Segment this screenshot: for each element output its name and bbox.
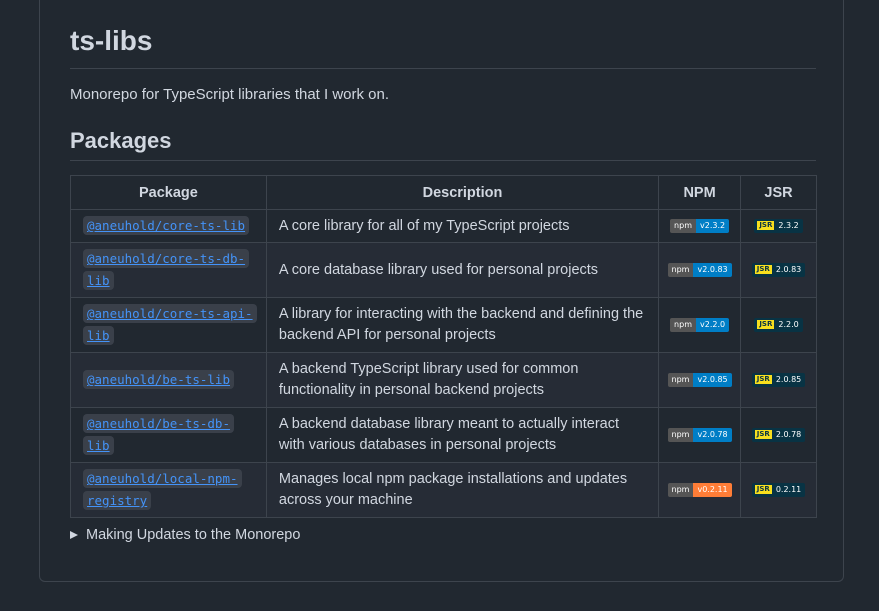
package-link[interactable]: @aneuhold/local-npm-registry [83, 469, 242, 510]
npm-badge-label: npm [667, 427, 694, 442]
npm-badge-label: npm [670, 317, 696, 332]
npm-badge-version: v2.2.0 [696, 317, 730, 332]
package-cell: @aneuhold/core-ts-lib [70, 209, 267, 243]
jsr-badge[interactable]: JSR 2.0.78 [751, 427, 806, 442]
packages-divider [70, 160, 816, 161]
jsr-cell: JSR 0.2.11 [740, 462, 817, 518]
jsr-badge-version: 0.2.11 [775, 484, 802, 494]
page-title: ts-libs [70, 25, 153, 56]
npm-badge-version: v2.0.83 [693, 262, 732, 277]
jsr-logo-icon: JSR [753, 484, 773, 496]
npm-badge-version: v0.2.11 [693, 482, 732, 497]
jsr-badge-version: 2.2.0 [778, 319, 799, 329]
header-jsr: JSR [740, 175, 817, 210]
package-cell: @aneuhold/local-npm-registry [70, 462, 267, 518]
disclosure-triangle-icon [70, 531, 78, 539]
header-npm: NPM [658, 175, 742, 210]
jsr-logo-icon: JSR [753, 429, 773, 441]
table-row: @aneuhold/core-ts-api-lib A library for … [70, 297, 817, 353]
npm-cell: npm v2.3.2 [658, 209, 742, 243]
npm-badge-version: v2.0.85 [693, 372, 732, 387]
details-toggle[interactable]: Making Updates to the Monorepo [70, 526, 300, 544]
npm-badge[interactable]: npm v2.0.83 [667, 262, 732, 277]
npm-cell: npm v0.2.11 [658, 462, 742, 518]
readme-container: ts-libs Monorepo for TypeScript librarie… [39, 0, 844, 582]
package-link[interactable]: @aneuhold/core-ts-api-lib [83, 304, 257, 345]
npm-badge[interactable]: npm v2.0.78 [667, 427, 732, 442]
header-package: Package [70, 175, 267, 210]
package-link[interactable]: @aneuhold/core-ts-db-lib [83, 249, 250, 290]
description-cell: A core library for all of my TypeScript … [265, 209, 660, 243]
package-link[interactable]: @aneuhold/be-ts-db-lib [83, 414, 234, 455]
package-cell: @aneuhold/be-ts-db-lib [70, 407, 267, 463]
description-cell: A library for interacting with the backe… [265, 297, 660, 353]
npm-badge-label: npm [667, 262, 694, 277]
npm-badge-label: npm [667, 482, 694, 497]
npm-badge-label: npm [667, 372, 694, 387]
jsr-badge[interactable]: JSR 2.3.2 [754, 218, 803, 233]
npm-badge[interactable]: npm v2.2.0 [670, 317, 730, 332]
jsr-cell: JSR 2.0.78 [740, 407, 817, 463]
jsr-badge[interactable]: JSR 2.2.0 [754, 317, 803, 332]
npm-badge[interactable]: npm v2.0.85 [667, 372, 732, 387]
table-row: @aneuhold/core-ts-db-lib A core database… [70, 242, 817, 298]
npm-cell: npm v2.2.0 [658, 297, 742, 353]
package-link[interactable]: @aneuhold/core-ts-lib [83, 216, 250, 235]
jsr-badge-version: 2.0.78 [775, 429, 802, 439]
intro-text: Monorepo for TypeScript libraries that I… [70, 86, 390, 103]
table-row: @aneuhold/be-ts-lib A backend TypeScript… [70, 352, 817, 408]
jsr-badge[interactable]: JSR 2.0.85 [751, 372, 806, 387]
description-cell: A backend TypeScript library used for co… [265, 352, 660, 408]
jsr-logo-icon: JSR [756, 319, 776, 331]
description-cell: A backend database library meant to actu… [265, 407, 660, 463]
packages-heading: Packages [70, 128, 172, 153]
table-row: @aneuhold/local-npm-registry Manages loc… [70, 462, 817, 518]
npm-cell: npm v2.0.78 [658, 407, 742, 463]
jsr-badge-version: 2.3.2 [778, 220, 799, 230]
npm-cell: npm v2.0.83 [658, 242, 742, 298]
title-divider [70, 68, 816, 69]
package-link[interactable]: @aneuhold/be-ts-lib [83, 370, 234, 389]
table-header-row: Package Description NPM JSR [70, 175, 817, 210]
header-description: Description [265, 175, 660, 210]
jsr-badge[interactable]: JSR 2.0.83 [751, 262, 806, 277]
package-cell: @aneuhold/be-ts-lib [70, 352, 267, 408]
jsr-logo-icon: JSR [753, 264, 773, 276]
jsr-cell: JSR 2.2.0 [740, 297, 817, 353]
jsr-cell: JSR 2.0.83 [740, 242, 817, 298]
description-cell: A core database library used for persona… [265, 242, 660, 298]
npm-badge-label: npm [670, 218, 696, 233]
jsr-cell: JSR 2.0.85 [740, 352, 817, 408]
packages-table: Package Description NPM JSR @aneuhold/co… [70, 175, 817, 518]
npm-badge-version: v2.0.78 [693, 427, 732, 442]
npm-badge-version: v2.3.2 [696, 218, 730, 233]
package-cell: @aneuhold/core-ts-api-lib [70, 297, 267, 353]
description-cell: Manages local npm package installations … [265, 462, 660, 518]
jsr-logo-icon: JSR [753, 374, 773, 386]
jsr-badge[interactable]: JSR 0.2.11 [751, 482, 806, 497]
package-cell: @aneuhold/core-ts-db-lib [70, 242, 267, 298]
details-summary: Making Updates to the Monorepo [86, 527, 301, 543]
table-row: @aneuhold/be-ts-db-lib A backend databas… [70, 407, 817, 463]
jsr-badge-version: 2.0.83 [775, 264, 802, 274]
jsr-badge-version: 2.0.85 [775, 374, 802, 384]
npm-badge[interactable]: npm v2.3.2 [670, 218, 730, 233]
jsr-cell: JSR 2.3.2 [740, 209, 817, 243]
npm-badge[interactable]: npm v0.2.11 [667, 482, 732, 497]
jsr-logo-icon: JSR [756, 220, 776, 232]
npm-cell: npm v2.0.85 [658, 352, 742, 408]
table-row: @aneuhold/core-ts-lib A core library for… [70, 209, 817, 243]
